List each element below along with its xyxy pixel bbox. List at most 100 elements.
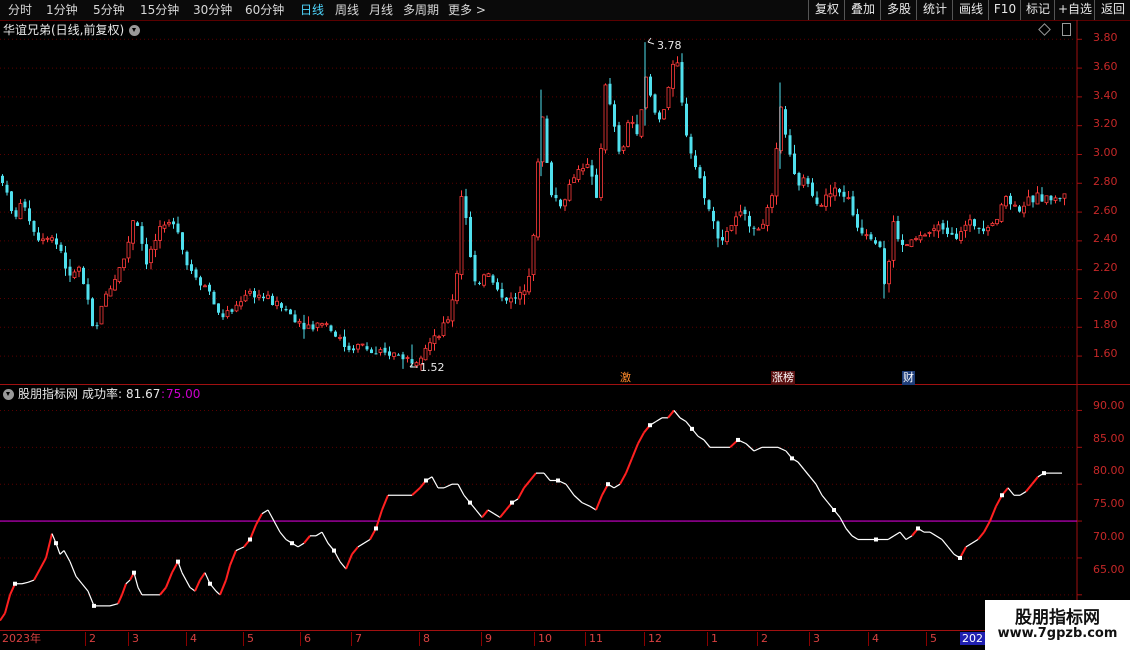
indicator-segment xyxy=(109,603,119,607)
candle-body xyxy=(918,235,923,241)
indicator-segment xyxy=(39,557,47,570)
date-separator xyxy=(300,632,301,646)
candle-body xyxy=(1035,192,1040,205)
event-marker-ji[interactable]: 激 xyxy=(619,371,632,385)
date-separator xyxy=(128,632,129,646)
candle-body xyxy=(874,240,877,244)
candle-body xyxy=(793,153,796,175)
candle-body xyxy=(959,231,963,241)
candle-body xyxy=(662,109,666,120)
indicator-marker xyxy=(290,541,294,546)
indicator-segment xyxy=(411,487,421,496)
indicator-segment xyxy=(121,583,127,596)
date-label: 10 xyxy=(538,632,552,645)
indicator-segment xyxy=(581,502,591,507)
price-axis-label: 3.60 xyxy=(1093,60,1118,73)
candle-body xyxy=(658,112,661,120)
candle-body xyxy=(28,208,31,222)
indicator-segment xyxy=(777,446,787,452)
indicator-segment xyxy=(225,565,231,581)
candle-body xyxy=(167,222,171,225)
date-separator xyxy=(644,632,645,646)
candle-body xyxy=(694,155,697,168)
candle-body xyxy=(968,219,972,226)
candle-body xyxy=(401,354,405,360)
candle-body xyxy=(5,184,9,193)
candle-body xyxy=(248,290,252,294)
indicator-marker xyxy=(374,526,378,531)
candle-body xyxy=(806,178,810,184)
candle-body xyxy=(572,177,576,183)
candle-body xyxy=(50,237,54,241)
candle-body xyxy=(68,266,72,276)
indicator-segment xyxy=(529,472,537,482)
candle-body xyxy=(455,272,459,302)
indicator-segment xyxy=(69,561,77,577)
candle-body xyxy=(176,223,180,233)
event-marker-zhangbang[interactable]: 涨榜 xyxy=(771,371,795,385)
candle-body xyxy=(32,220,36,232)
candle-body xyxy=(293,314,297,323)
candle-body xyxy=(999,204,1004,222)
candle-body xyxy=(509,297,513,303)
candle-body xyxy=(486,273,491,277)
candle-body xyxy=(838,189,841,193)
candle-body xyxy=(108,288,113,297)
date-separator xyxy=(757,632,758,646)
candle-body xyxy=(239,301,243,307)
indicator-segment xyxy=(613,483,621,489)
indicator-segment xyxy=(905,535,913,541)
indicator-marker xyxy=(1042,471,1046,476)
candle-body xyxy=(685,103,688,136)
candle-body xyxy=(712,210,715,222)
watermark-title: 股朋指标网 xyxy=(1015,608,1100,628)
indicator-segment xyxy=(899,531,907,540)
event-marker-finance[interactable]: 财 xyxy=(902,371,915,385)
candle-body xyxy=(869,234,873,240)
candle-body xyxy=(334,331,337,337)
candle-body xyxy=(819,204,824,207)
candle-body xyxy=(522,290,527,296)
candle-body xyxy=(262,296,265,299)
indicator-segment xyxy=(185,579,191,588)
candle-body xyxy=(347,345,351,351)
candle-body xyxy=(82,267,85,285)
date-label: 5 xyxy=(930,632,937,645)
indicator-marker xyxy=(832,508,836,512)
indicator-segment xyxy=(481,509,489,519)
date-separator xyxy=(707,632,708,646)
chart-canvas[interactable]: 3.78 1.52 xyxy=(0,0,1130,650)
date-label: 9 xyxy=(485,632,492,645)
candle-body xyxy=(590,165,594,177)
candle-body xyxy=(554,194,558,199)
indicator-segment xyxy=(375,509,383,529)
candle-body xyxy=(531,234,536,276)
indicator-marker xyxy=(468,500,472,505)
candle-body xyxy=(95,325,99,327)
indicator-segment xyxy=(33,568,41,581)
candle-body xyxy=(1044,195,1049,204)
candle-body xyxy=(122,258,126,269)
indicator-segment xyxy=(1025,483,1033,493)
candle-body xyxy=(977,227,981,229)
candle-body xyxy=(995,218,999,225)
candle-body xyxy=(649,76,652,96)
candle-body xyxy=(1013,204,1017,207)
indicator-segment xyxy=(679,417,687,423)
indicator-axis-label: 75.00 xyxy=(1093,497,1125,510)
indicator-segment xyxy=(887,535,895,541)
date-separator xyxy=(585,632,586,646)
candle-body xyxy=(23,201,27,208)
candle-body xyxy=(181,232,184,250)
candle-body xyxy=(149,248,153,264)
candle-body xyxy=(990,222,995,226)
indicator-segment xyxy=(595,494,603,511)
candle-body xyxy=(405,357,410,359)
candle-body xyxy=(190,264,193,271)
date-label: 6 xyxy=(304,632,311,645)
candle-body xyxy=(414,362,419,367)
candle-body xyxy=(208,284,211,292)
indicator-segment xyxy=(935,535,943,541)
candle-body xyxy=(666,86,671,108)
candle-body xyxy=(1049,195,1053,201)
